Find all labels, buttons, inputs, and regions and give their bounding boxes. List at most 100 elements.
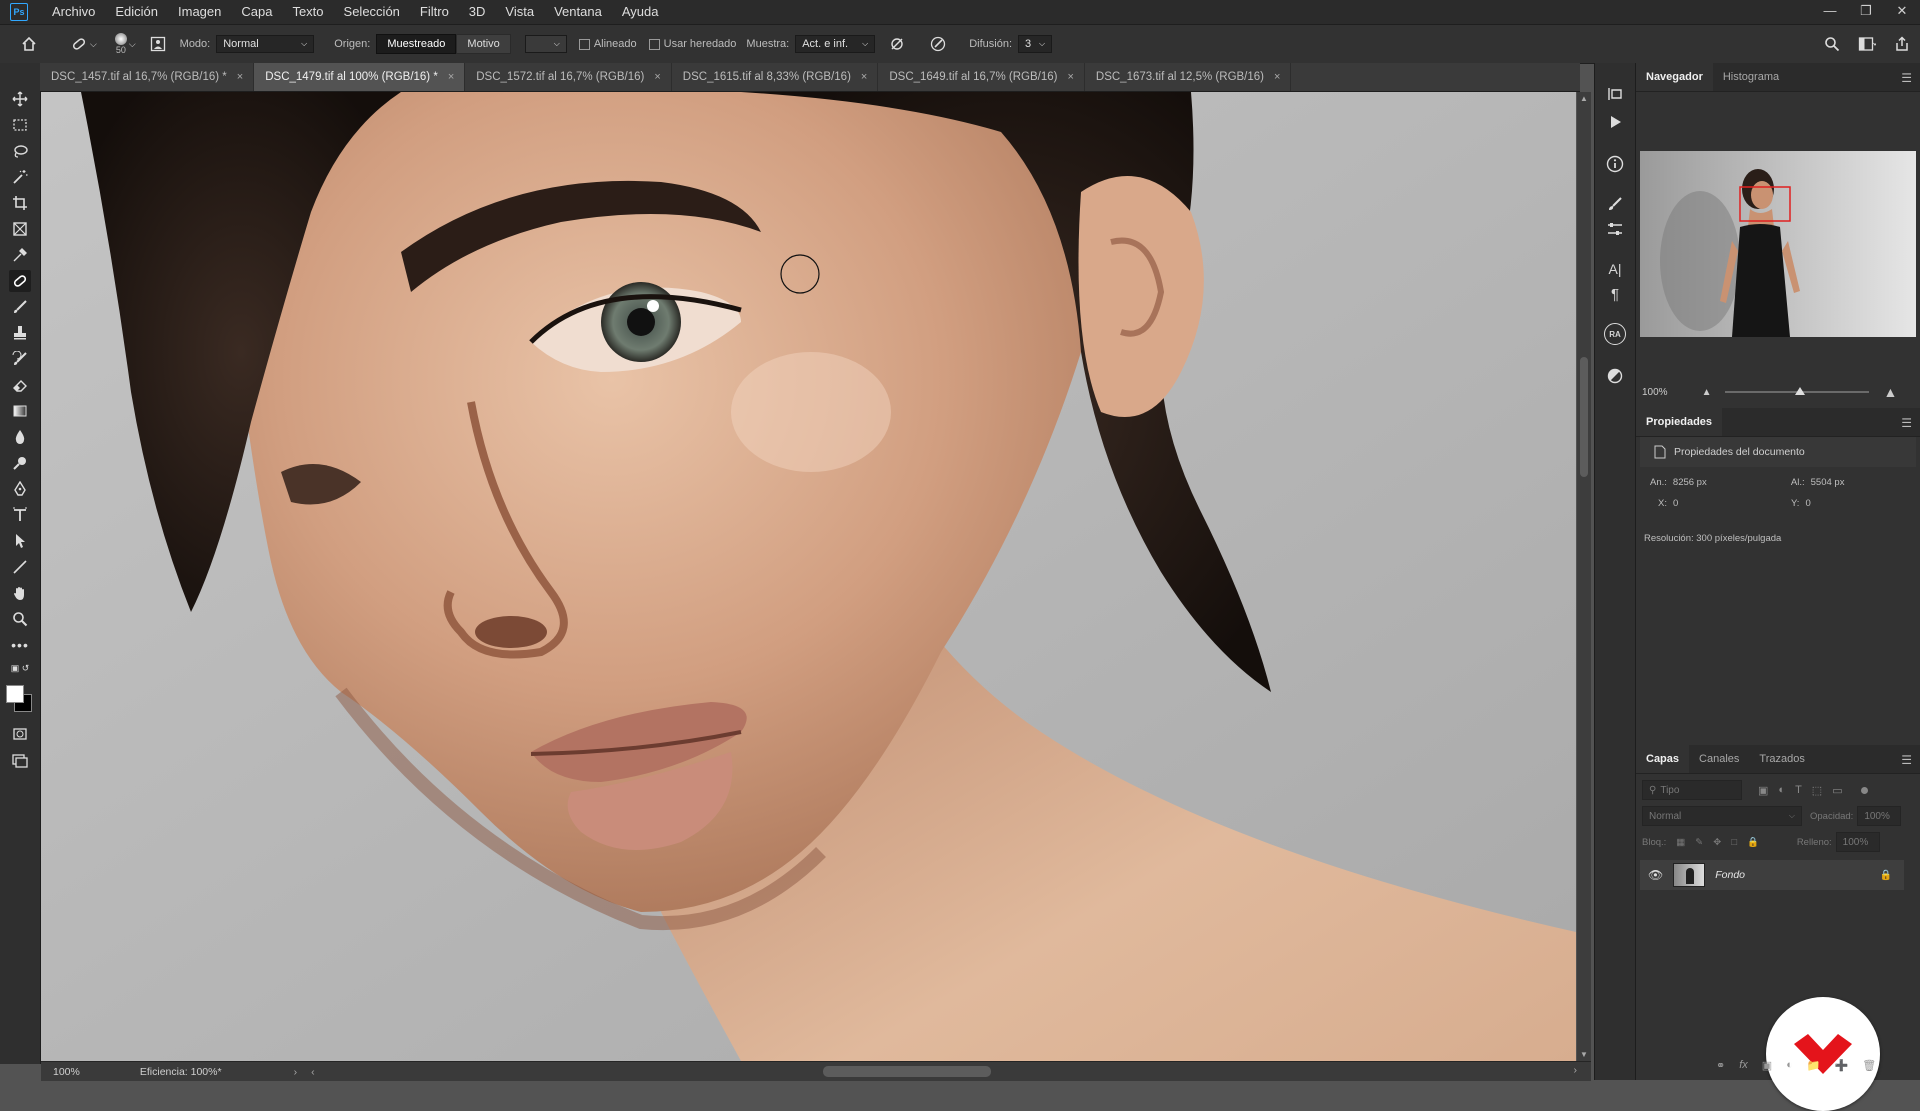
opacity-field[interactable]: 100% [1857,806,1902,826]
close-window-icon[interactable]: ✕ [1884,0,1920,24]
lasso-tool-icon[interactable] [9,140,31,162]
pattern-picker[interactable]: ⌵ [524,35,567,53]
height-value[interactable]: 5504 px [1811,477,1845,488]
new-adjustment-icon[interactable]: ◐ [1786,1059,1793,1071]
zoom-out-icon[interactable]: ▲ [1702,387,1712,398]
menu-capa[interactable]: Capa [231,0,282,24]
restore-icon[interactable]: ❐ [1848,0,1884,24]
width-value[interactable]: 8256 px [1673,477,1753,488]
eyedropper-tool-icon[interactable] [9,244,31,266]
fill-field[interactable]: 100% [1835,832,1880,852]
search-icon[interactable] [1824,36,1840,52]
menu-edicion[interactable]: Edición [105,0,168,24]
brush-settings-panel-icon[interactable] [1604,193,1626,215]
navigator-zoom-value[interactable]: 100% [1642,387,1668,398]
quick-mask-icon[interactable] [9,723,31,745]
frame-tool-icon[interactable] [9,218,31,240]
close-tab-icon[interactable]: × [1274,71,1280,83]
menu-3d[interactable]: 3D [459,0,496,24]
tab-properties[interactable]: Propiedades [1636,408,1723,436]
pressure-size-icon[interactable] [929,35,947,53]
ignore-adjustment-layers-icon[interactable] [889,36,905,52]
photoshop-logo-icon[interactable]: Ps [10,3,28,21]
actions-play-icon[interactable] [1604,111,1626,133]
eraser-tool-icon[interactable] [9,374,31,396]
info-panel-icon[interactable] [1604,153,1626,175]
clone-stamp-tool-icon[interactable] [9,322,31,344]
lock-image-icon[interactable]: ✎ [1695,837,1703,848]
crop-tool-icon[interactable] [9,192,31,214]
vertical-scrollbar[interactable]: ▲ ▼ [1577,92,1591,1061]
marquee-tool-icon[interactable] [9,114,31,136]
zoom-slider[interactable] [1725,387,1870,395]
aligned-checkbox[interactable] [578,38,590,50]
lock-transparent-icon[interactable]: ▦ [1676,837,1685,848]
menu-ventana[interactable]: Ventana [544,0,612,24]
menu-archivo[interactable]: Archivo [42,0,105,24]
zoom-in-icon[interactable]: ▲ [1883,384,1897,400]
history-brush-tool-icon[interactable] [9,348,31,370]
tab-channels[interactable]: Canales [1689,745,1749,773]
close-tab-icon[interactable]: × [1067,71,1073,83]
brush-size-picker[interactable]: 50 [114,33,127,55]
gradient-tool-icon[interactable] [9,400,31,422]
filter-adjustment-icon[interactable]: ◐ [1778,784,1785,796]
paragraph-panel-icon[interactable]: ¶ [1604,283,1626,305]
layer-lock-icon[interactable]: 🔒 [1880,870,1892,881]
close-tab-icon[interactable]: × [861,71,867,83]
tab-paths[interactable]: Trazados [1749,745,1814,773]
zoom-level[interactable]: 100% [53,1066,80,1078]
document-tab[interactable]: DSC_1615.tif al 8,33% (RGB/16) × [671,63,879,91]
color-correction-icon[interactable] [1604,365,1626,387]
blur-tool-icon[interactable] [9,426,31,448]
tab-layers[interactable]: Capas [1636,745,1690,773]
minimize-icon[interactable]: — [1812,0,1848,24]
menu-filtro[interactable]: Filtro [410,0,459,24]
dodge-tool-icon[interactable] [9,452,31,474]
menu-texto[interactable]: Texto [282,0,333,24]
document-tab-active[interactable]: DSC_1479.tif al 100% (RGB/16) * × [254,63,466,91]
source-pattern-button[interactable]: Motivo [456,34,511,54]
healing-brush-preset-icon[interactable] [70,35,88,53]
tab-histogram[interactable]: Histograma [1713,63,1789,91]
scroll-down-icon[interactable]: ▼ [1580,1050,1588,1059]
vertical-scroll-thumb[interactable] [1580,357,1588,477]
brush-settings-icon[interactable] [150,36,166,52]
move-tool-icon[interactable] [9,88,31,110]
document-tab[interactable]: DSC_1457.tif al 16,7% (RGB/16) * × [40,63,255,91]
line-tool-icon[interactable] [9,556,31,578]
efficiency-info[interactable]: Eficiencia: 100%* [140,1066,222,1078]
new-group-icon[interactable]: 📁 [1807,1059,1821,1072]
layer-row[interactable]: 👁 Fondo 🔒 [1640,860,1904,890]
adjustments-panel-icon[interactable] [1604,218,1626,240]
lock-artboard-icon[interactable]: □ [1731,837,1737,848]
y-value[interactable]: 0 [1805,498,1810,509]
lock-position-icon[interactable]: ✥ [1713,837,1721,848]
document-tab[interactable]: DSC_1673.tif al 12,5% (RGB/16) × [1084,63,1292,91]
path-selection-tool-icon[interactable] [9,530,31,552]
share-icon[interactable] [1894,36,1910,52]
add-mask-icon[interactable]: ▣ [1762,1059,1772,1072]
close-tab-icon[interactable]: × [237,71,243,83]
document-tab[interactable]: DSC_1572.tif al 16,7% (RGB/16) × [465,63,672,91]
layer-style-icon[interactable]: fx [1739,1059,1748,1071]
document-canvas[interactable] [41,92,1576,1061]
chevron-right-icon[interactable]: › [294,1066,298,1078]
link-layers-icon[interactable]: ⚭ [1716,1059,1725,1072]
chevron-down-icon[interactable]: ⌵ [129,39,136,50]
zoom-slider-handle[interactable] [1795,387,1806,395]
filter-toggle-icon[interactable] [1860,786,1868,794]
pen-tool-icon[interactable] [9,478,31,500]
character-panel-icon[interactable]: A| [1604,258,1626,280]
layer-filter-select[interactable]: ⚲ Tipo [1642,780,1742,800]
menu-vista[interactable]: Vista [495,0,544,24]
filter-smart-object-icon[interactable]: ▭ [1832,784,1842,797]
menu-ayuda[interactable]: Ayuda [612,0,669,24]
horizontal-scroll-thumb[interactable] [823,1066,991,1077]
close-tab-icon[interactable]: × [448,71,454,83]
zoom-tool-icon[interactable] [9,608,31,630]
filter-shape-icon[interactable]: ⬚ [1812,784,1822,797]
document-tab[interactable]: DSC_1649.tif al 16,7% (RGB/16) × [878,63,1085,91]
layer-name[interactable]: Fondo [1715,869,1745,881]
retouching-plugin-icon[interactable]: RA [1604,323,1626,345]
